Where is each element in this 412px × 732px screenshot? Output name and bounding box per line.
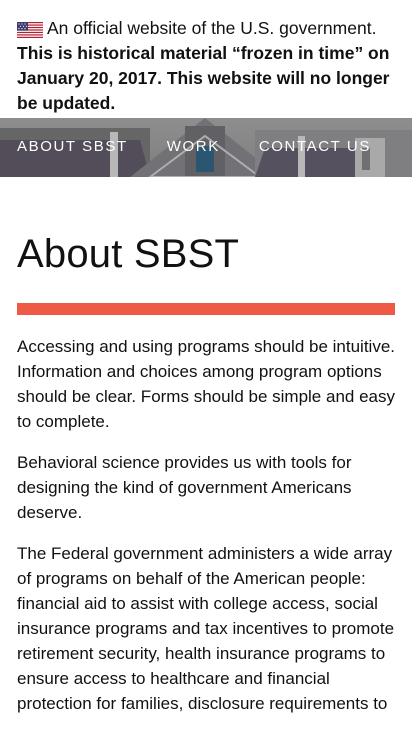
nav-contact-us[interactable]: CONTACT US	[259, 138, 371, 155]
us-flag-icon	[17, 20, 43, 38]
nav-about-sbst[interactable]: ABOUT SBST	[17, 138, 128, 155]
page-title: About SBST	[17, 232, 240, 276]
official-site-line: An official website of the U.S. governme…	[17, 16, 395, 41]
official-site-text: An official website of the U.S. governme…	[47, 18, 377, 38]
federal-programs-paragraph: The Federal government administers a wid…	[17, 544, 395, 713]
historical-notice: This is historical material “frozen in t…	[17, 43, 390, 113]
nav-work[interactable]: WORK	[167, 138, 220, 155]
main-nav: ABOUT SBST WORK CONTACT US	[0, 118, 410, 177]
title-accent-bar	[17, 303, 395, 315]
behavioral-science-paragraph: Behavioral science provides us with tool…	[17, 453, 352, 522]
intro-paragraph: Accessing and using programs should be i…	[17, 337, 395, 431]
gov-banner: An official website of the U.S. governme…	[0, 0, 412, 118]
nav-hero: ABOUT SBST WORK CONTACT US	[0, 118, 412, 177]
main-content: About SBST Accessing and using programs …	[0, 231, 412, 716]
